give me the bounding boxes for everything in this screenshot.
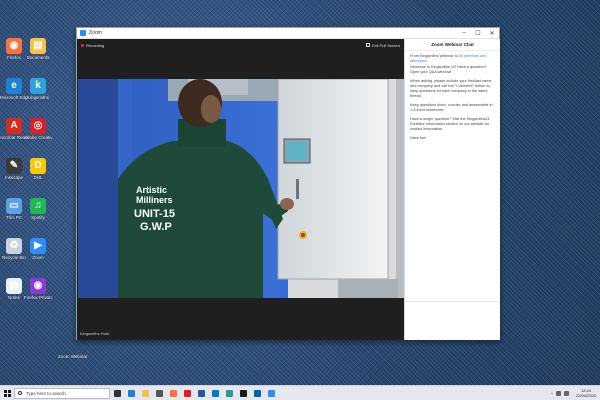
desktop-app-icon: ✎ — [6, 158, 22, 174]
chat-message: Have a longer question? Visit the Kingsm… — [410, 117, 490, 131]
minimize-button[interactable]: – — [457, 30, 471, 36]
shirt-text-2: Milliners — [136, 195, 173, 205]
video-scene: Artistic Milliners UNIT-15 G.W.P — [78, 79, 404, 298]
desktop-app-icon: ▤ — [30, 38, 46, 54]
chat-pane: Zoom Webinar Chat From Kingsmiths Webina… — [404, 39, 500, 340]
chat-title: Zoom Webinar Chat — [405, 39, 500, 51]
chat-message: Have fun! — [410, 136, 427, 140]
desktop-icon[interactable]: ▤ Documents — [24, 38, 52, 60]
chat-input-divider — [405, 301, 500, 302]
windows-logo-icon — [3, 389, 11, 397]
exit-fullscreen-button[interactable]: Exit Full Screen — [365, 42, 400, 48]
desktop-icon[interactable]: ♫ Spotify — [24, 198, 52, 220]
network-icon[interactable] — [555, 390, 561, 396]
worker-hand — [280, 198, 294, 210]
chat-from-prefix: From Kingsmiths Webinar to — [410, 54, 458, 58]
zoom-window: Zoom – ☐ ✕ Recording Exit Full Screen Ar… — [76, 27, 500, 340]
clock-date: 22/04/2020 — [575, 393, 596, 398]
desktop-app-icon: ▭ — [6, 198, 22, 214]
chat-message: Welcome to Kingsmiths 24! Have a questio… — [410, 65, 487, 74]
desktop-app-icon: k — [30, 78, 46, 94]
recording-label: Recording — [86, 42, 105, 48]
desktop-app-icon: e — [6, 78, 22, 94]
desktop-app-icon: ▤ — [6, 278, 22, 294]
taskbar: Type here to search ^ 12:24 22/04/2020 — [0, 385, 600, 400]
taskbar-clock[interactable]: 12:24 22/04/2020 — [576, 388, 596, 398]
desktop-app-icon: ◎ — [30, 118, 46, 134]
chat-message: When asking, please include your first/l… — [410, 79, 492, 98]
exit-fullscreen-icon — [365, 43, 370, 47]
taskbar-apps — [110, 386, 278, 400]
shirt-text-3: UNIT-15 — [134, 208, 175, 220]
desktop-icon[interactable]: ◉ Firefox Private — [24, 278, 52, 300]
desktop-icon-label: Kingsmiths — [26, 95, 49, 100]
desktop-app-icon: ▶ — [30, 238, 46, 254]
maximize-button[interactable]: ☐ — [471, 30, 485, 37]
taskbar-notes-icon[interactable] — [236, 386, 250, 400]
desktop-label-bottom: Zoom Webinar — [58, 354, 88, 359]
desktop-icon-label: Adobe Creative Cloud — [24, 135, 52, 140]
taskbar-word-icon[interactable] — [194, 386, 208, 400]
taskbar-file-explorer-icon[interactable] — [138, 386, 152, 400]
desktop-icon[interactable]: k Kingsmiths — [24, 78, 52, 100]
speaker-name: Kingsmiths Host — [80, 331, 109, 336]
desktop-app-icon: ◉ — [6, 38, 22, 54]
search-placeholder: Type here to search — [26, 390, 66, 396]
desktop-icon-label: DHL — [33, 175, 43, 180]
taskbar-search-input[interactable]: Type here to search — [14, 387, 110, 399]
video-frame: Artistic Milliners UNIT-15 G.W.P — [78, 79, 404, 298]
desktop-icon-label: Firefox Private — [24, 295, 52, 300]
taskbar-outlook-icon[interactable] — [208, 386, 222, 400]
desktop-icon-label: Spotify — [31, 215, 45, 220]
chat-messages: From Kingsmiths Webinar to All panelists… — [405, 51, 500, 148]
video-pane[interactable]: Recording Exit Full Screen Artistic Mill… — [77, 39, 404, 340]
taskbar-edge-icon[interactable] — [124, 386, 138, 400]
taskbar-firefox-icon[interactable] — [166, 386, 180, 400]
zoom-app-icon — [80, 30, 86, 36]
system-tray: ^ 12:24 22/04/2020 — [551, 388, 600, 398]
taskbar-zoom-icon[interactable] — [264, 386, 278, 400]
volume-icon[interactable] — [563, 390, 569, 396]
shirt-text-4: G.W.P — [140, 221, 172, 233]
desktop-app-icon: A — [6, 118, 22, 134]
desktop-icon[interactable]: ▶ Zoom — [24, 238, 52, 260]
desktop-app-icon: ◉ — [30, 278, 46, 294]
desktop-icon-label: Zoom — [32, 255, 44, 260]
video-toolbar: Recording Exit Full Screen — [77, 39, 404, 51]
control-panel — [277, 79, 389, 280]
window-titlebar: Zoom – ☐ ✕ — [77, 28, 499, 39]
close-button[interactable]: ✕ — [485, 30, 499, 37]
chat-from-line: From Kingsmiths Webinar to All panelists… — [410, 54, 495, 64]
start-button[interactable] — [0, 386, 14, 400]
recording-icon — [81, 43, 84, 47]
exit-fullscreen-label: Exit Full Screen — [371, 42, 400, 48]
taskbar-photos-icon[interactable] — [222, 386, 236, 400]
window-title: Zoom — [89, 30, 102, 36]
chat-message: Keep questions short, concise and answer… — [410, 103, 493, 112]
desktop-icon[interactable]: D DHL — [24, 158, 52, 180]
shirt-text-1: Artistic — [136, 185, 167, 195]
tray-expand-icon[interactable]: ^ — [551, 391, 553, 396]
desktop-icon[interactable]: ◎Adobe Creative Cloud — [24, 118, 52, 140]
desktop-icon-label: Documents — [26, 55, 50, 60]
taskbar-task-view-icon[interactable] — [110, 386, 124, 400]
taskbar-creative-cloud-icon[interactable] — [180, 386, 194, 400]
desktop-app-icon: D — [30, 158, 46, 174]
taskbar-store-icon[interactable] — [152, 386, 166, 400]
desktop-app-icon: ♻ — [6, 238, 22, 254]
taskbar-mail-icon[interactable] — [250, 386, 264, 400]
desktop-app-icon: ♫ — [30, 198, 46, 214]
search-icon — [18, 391, 22, 395]
